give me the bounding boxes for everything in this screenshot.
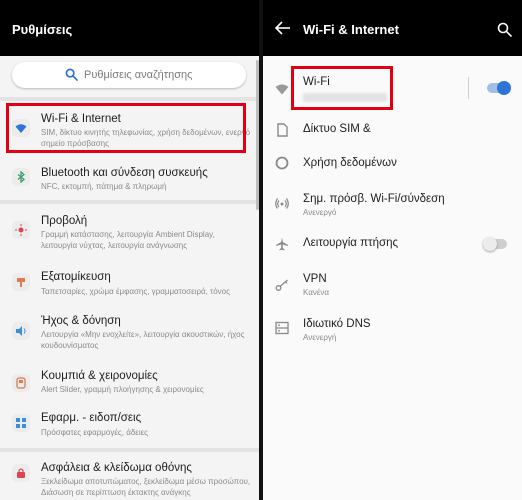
sim-network-row[interactable]: Δίκτυο SIM & [263,114,522,146]
sim-title: Δίκτυο SIM & [303,123,371,135]
page-title: Ρυθμίσεις [12,22,73,37]
settings-item-bluetooth[interactable]: Bluetooth και σύνδεση συσκευής NFC, εκτο… [0,157,259,197]
airplane-icon [276,237,288,251]
personalization-icon [12,273,30,291]
vpn-key-icon [275,279,288,291]
hotspot-status: Ανενεργό [303,208,337,217]
settings-item-apps-notifications[interactable]: Εφαρμ. - ειδοπ/σεις Πρόσφατες εφαρμογές,… [0,405,259,445]
airplane-title: Λειτουργία πτήσης [303,237,399,249]
settings-appbar: Ρυθμίσεις [0,0,259,56]
display-icon [12,221,30,239]
dns-title: Ιδιωτικό DNS [303,318,371,330]
settings-item-sound[interactable]: Ήχος & δόνηση Λειτουργία «Μην ενοχλείτε»… [0,310,259,362]
item-subtitle: Λειτουργία «Μην ενοχλείτε», λειτουργία α… [41,330,245,350]
highlight-box [6,103,246,153]
item-subtitle: Ξεκλείδωμα αποτυπώματος, ξεκλείδωμα μέσω… [41,477,251,497]
dns-icon [275,321,289,335]
page-title: Wi-Fi & Internet [303,22,399,37]
settings-panel: Ρυθμίσεις Ρυθμίσεις αναζήτησης Wi-Fi & I… [0,0,259,500]
dns-status: Ανενεργή [303,333,337,342]
data-usage-title: Χρήση δεδομένων [303,157,397,169]
data-usage-icon [275,156,289,170]
toggle-knob [497,81,511,95]
item-title: Κουμπιά & χειρονομίες [41,370,158,382]
search-icon [65,68,78,81]
item-subtitle: Γραμμή κατάστασης, λειτουργία Ambient Di… [41,230,215,250]
search-icon[interactable] [497,22,512,37]
apps-icon [12,414,30,432]
vpn-status: Κανένα [303,288,330,297]
hotspot-icon [275,198,289,209]
item-title: Ασφάλεια & κλείδωμα οθόνης [41,462,192,474]
private-dns-row[interactable]: Ιδιωτικό DNS Ανενεργή [263,313,522,347]
data-usage-row[interactable]: Χρήση δεδομένων [263,148,522,180]
toggle-knob [483,237,497,251]
vpn-row[interactable]: VPN Κανένα [263,268,522,302]
buttons-icon [12,374,30,392]
divider [0,97,259,101]
item-title: Εφαρμ. - ειδοπ/σεις [41,412,142,424]
settings-item-buttons-gestures[interactable]: Κουμπιά & χειρονομίες Alert Slider, γραμ… [0,365,259,405]
wifi-icon [275,84,289,95]
settings-item-security[interactable]: Ασφάλεια & κλείδωμα οθόνης Ξεκλείδωμα απ… [0,452,259,500]
item-subtitle: NFC, εκτομπή, πάτημα & πληρωμή [41,182,167,191]
hotspot-row[interactable]: Σημ. πρόσβ. Wi-Fi/σύνδεση Ανενεργό [263,187,522,221]
security-icon [12,464,30,482]
hotspot-title: Σημ. πρόσβ. Wi-Fi/σύνδεση [303,193,445,205]
vpn-title: VPN [303,273,327,285]
sound-icon [12,322,30,340]
wifi-toggle[interactable] [487,81,511,95]
toggle-separator [468,77,469,99]
settings-item-display[interactable]: Προβολή Γραμμή κατάστασης, λειτουργία Am… [0,205,259,255]
item-title: Προβολή [41,215,88,227]
item-title: Ήχος & δόνηση [41,315,121,327]
highlight-box [291,66,393,110]
sim-icon [277,123,288,137]
search-placeholder: Ρυθμίσεις αναζήτησης [84,69,193,81]
back-arrow-icon[interactable] [275,21,291,35]
item-title: Bluetooth και σύνδεση συσκευής [41,167,208,179]
settings-item-personalization[interactable]: Εξατομίκευση Ταπετσαρίες, χρώμα έμφασης,… [0,260,259,305]
search-bar[interactable]: Ρυθμίσεις αναζήτησης [12,62,246,88]
wifi-internet-panel: Wi-Fi & Internet Wi-Fi Δίκτυο SIM & Χρήσ… [263,0,522,500]
item-subtitle: Alert Slider, γραμμή πλοήγησης & χειρονο… [41,385,204,394]
bluetooth-icon [12,168,30,186]
item-subtitle: Πρόσφατες εφαρμογές, άδειες [41,428,149,437]
item-title: Εξατομίκευση [41,271,111,283]
item-subtitle: Ταπετσαρίες, χρώμα έμφασης, γραμματοσειρ… [41,287,230,296]
divider [0,200,259,204]
wifi-appbar: Wi-Fi & Internet [263,0,522,56]
airplane-mode-toggle[interactable] [483,237,507,251]
